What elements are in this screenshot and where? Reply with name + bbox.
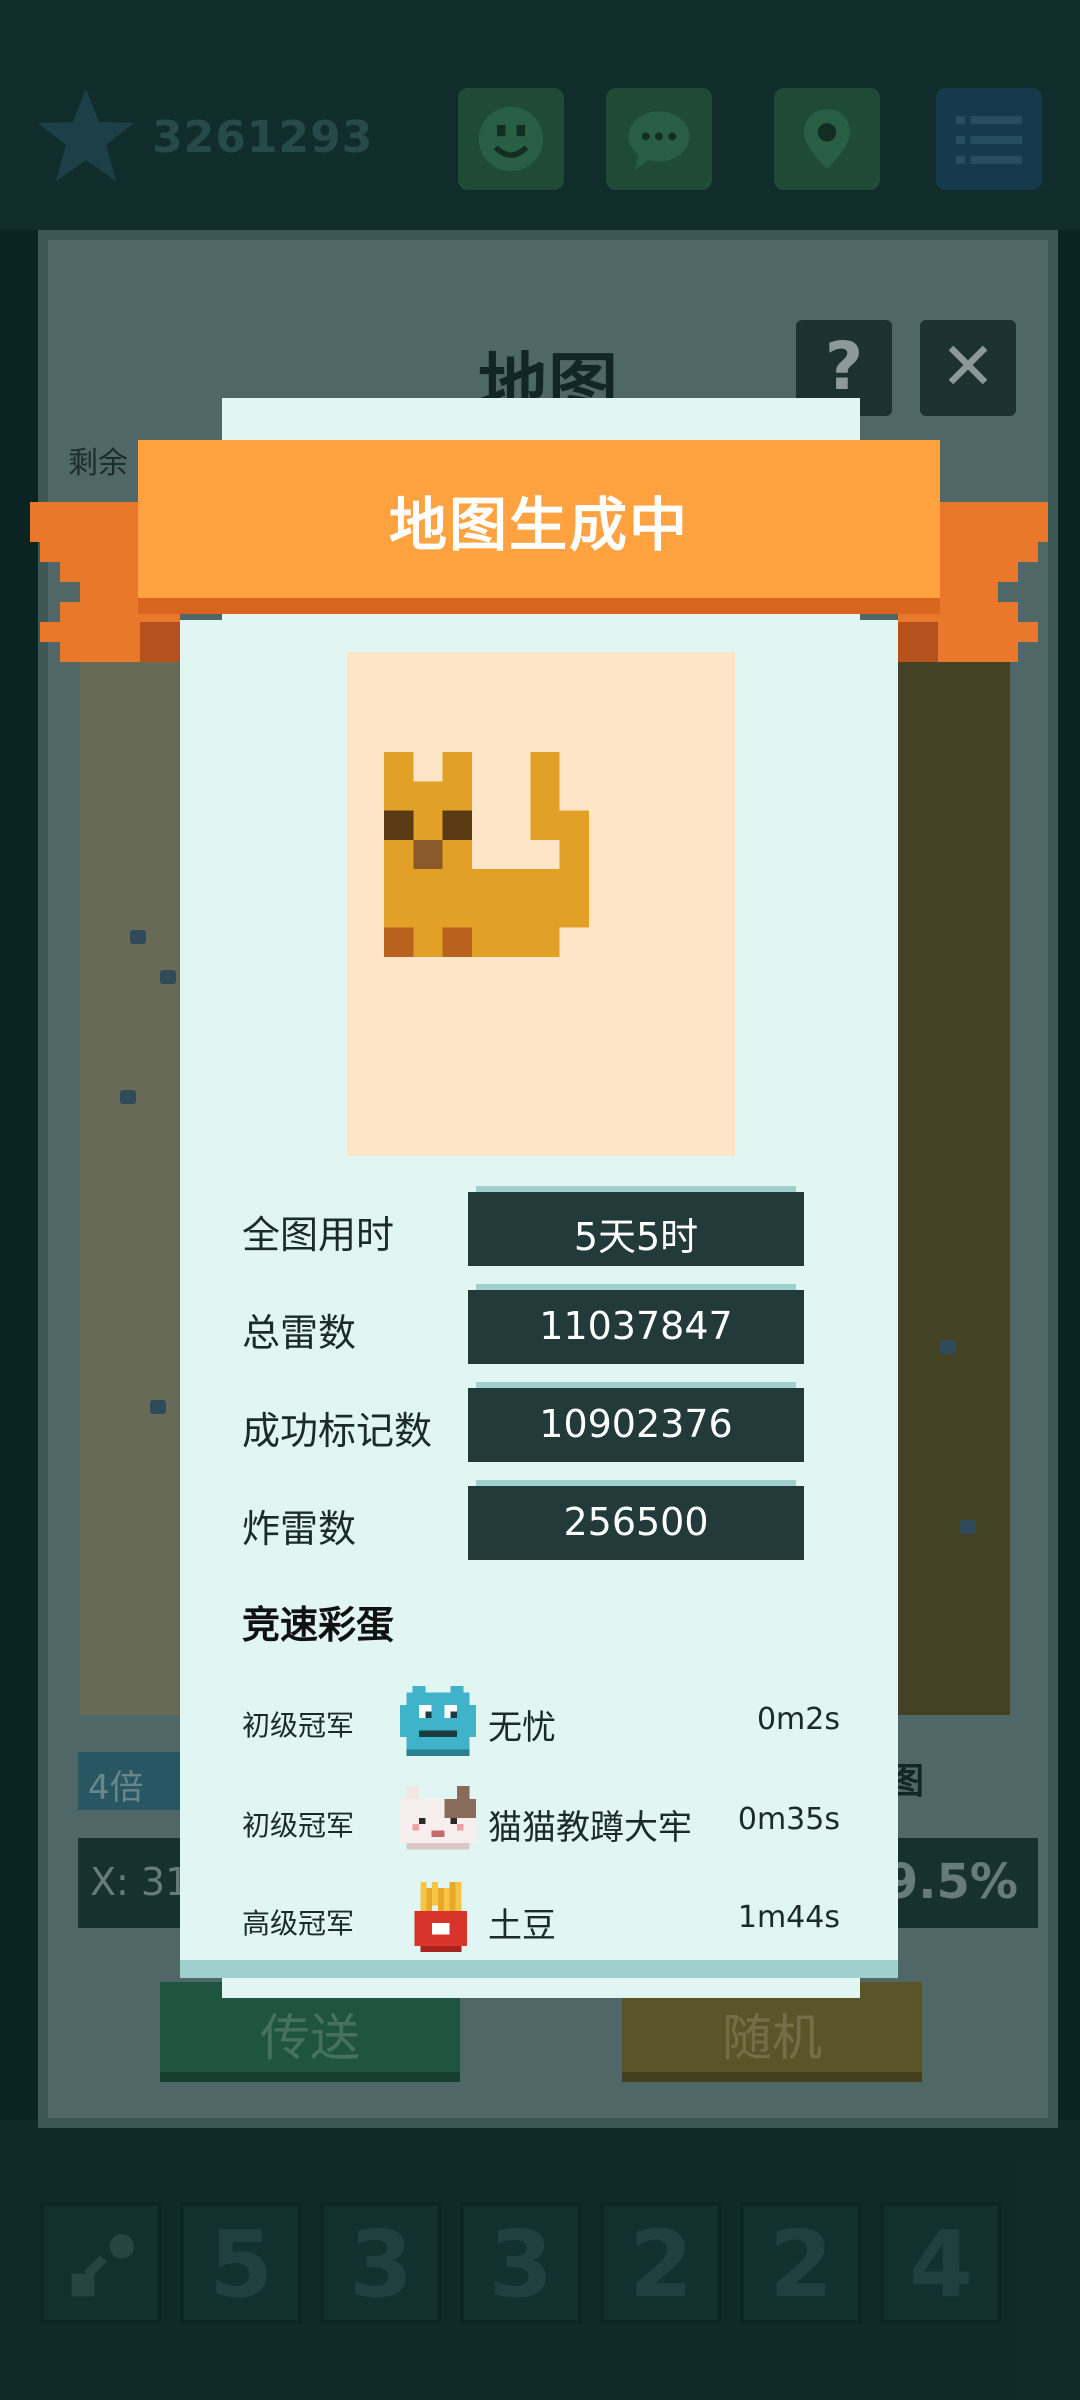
egg-time: 0m35s [737, 1802, 840, 1837]
total-mines-label: 总雷数 [242, 1311, 357, 1355]
cat-illustration [347, 652, 735, 1156]
pixel-cat-image [384, 752, 589, 957]
blue-monster-avatar-icon [400, 1686, 476, 1756]
egg-time: 0m2s [756, 1702, 840, 1737]
title-ribbon-shadow [138, 598, 940, 614]
exploded-count-label: 炸雷数 [242, 1507, 357, 1551]
egg-player-name: 无忧 [488, 1708, 556, 1748]
exploded-count-value-box: 256500 [468, 1480, 804, 1560]
total-mines-value-box: 11037847 [468, 1284, 804, 1364]
dialog-title: 地图生成中 [388, 491, 689, 559]
egg-rank-label: 初级冠军 [242, 1809, 355, 1842]
cat-avatar-icon [400, 1786, 476, 1850]
flagged-count-value: 10902376 [539, 1402, 733, 1446]
fries-avatar-icon [414, 1882, 468, 1952]
dialog-bottom-edge [180, 1960, 898, 1978]
egg-time: 1m44s [737, 1900, 840, 1935]
total-mines-value: 11037847 [539, 1304, 733, 1348]
egg-player-name: 土豆 [488, 1906, 556, 1946]
exploded-count-value: 256500 [563, 1500, 709, 1544]
egg-rank-label: 初级冠军 [242, 1709, 355, 1742]
total-time-value: 5天5时 [573, 1215, 699, 1259]
speedrun-section-title: 竞速彩蛋 [242, 1603, 395, 1647]
flagged-count-label: 成功标记数 [242, 1409, 433, 1453]
egg-rank-label: 高级冠军 [242, 1907, 355, 1940]
egg-player-name: 猫猫教蹲大牢 [488, 1808, 692, 1848]
flagged-count-value-box: 10902376 [468, 1382, 804, 1462]
total-time-value-box: 5天5时 [468, 1186, 804, 1266]
total-time-label: 全图用时 [242, 1213, 395, 1257]
